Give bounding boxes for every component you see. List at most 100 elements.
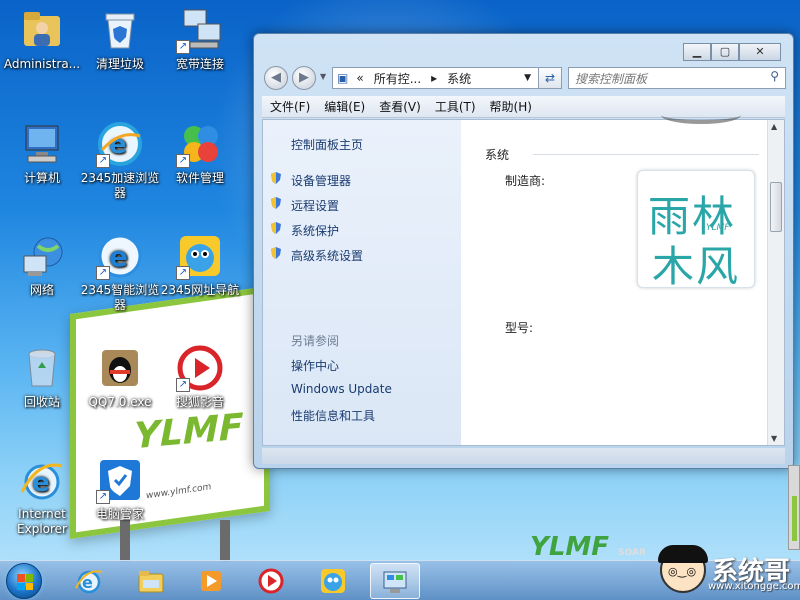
- desktop-icon-clean-junk[interactable]: 清理垃圾: [78, 6, 162, 72]
- blue-mascot-icon: ↗: [176, 232, 224, 280]
- taskbar-2345-navigation[interactable]: [308, 563, 358, 599]
- shortcut-arrow-icon: ↗: [176, 40, 190, 54]
- vertical-scrollbar[interactable]: ▲ ▼: [767, 120, 784, 445]
- desktop-icon-qq[interactable]: QQ7.0.exe: [78, 344, 162, 410]
- desktop-icon-label: 清理垃圾: [95, 57, 144, 71]
- menu-tools[interactable]: 工具(T): [435, 98, 476, 115]
- colorful-petals-icon: ↗: [176, 120, 224, 168]
- desktop-icon-software-manager[interactable]: ↗ 软件管理: [158, 120, 242, 186]
- desktop-icon-label: 2345网址导航: [160, 283, 240, 297]
- desktop-icon-label: 回收站: [23, 395, 60, 409]
- desktop-icon-label: 2345加速浏览器: [80, 171, 160, 200]
- system-window[interactable]: ▁ ▢ ✕ ◀ ▶ ▼ ▣ « 所有控... ▸ 系统 ▼ ⇄ 搜索控制面板 ⚲…: [253, 33, 794, 469]
- network-computers-icon: ↗: [176, 6, 224, 54]
- link-advanced-system-settings[interactable]: 高级系统设置: [291, 247, 363, 264]
- browser-e-icon: e ↗: [96, 120, 144, 168]
- breadcrumb-separator-icon[interactable]: ▸: [431, 71, 437, 85]
- scroll-down-icon[interactable]: ▼: [771, 434, 777, 443]
- desktop-icon-2345-smart-browser[interactable]: e ↗ 2345智能浏览器: [78, 232, 162, 313]
- cartoon-hair: [658, 545, 708, 563]
- shortcut-arrow-icon: ↗: [176, 378, 190, 392]
- search-input[interactable]: 搜索控制面板 ⚲: [568, 67, 786, 89]
- scroll-thumb[interactable]: [770, 182, 782, 232]
- section-divider: [533, 154, 759, 155]
- windows-logo-icon: [17, 574, 33, 590]
- desktop-icon-label: 搜狐影音: [175, 395, 224, 409]
- start-button[interactable]: [6, 563, 42, 599]
- search-icon[interactable]: ⚲: [770, 69, 779, 83]
- manufacturer-label: 制造商:: [505, 174, 546, 188]
- address-dropdown-icon[interactable]: ▼: [524, 73, 531, 83]
- scroll-up-icon[interactable]: ▲: [771, 122, 777, 131]
- desktop-icon-computer[interactable]: 计算机: [0, 120, 84, 186]
- status-bar: [262, 448, 785, 464]
- breadcrumb-overflow[interactable]: «: [356, 71, 363, 85]
- menu-view[interactable]: 查看(V): [379, 98, 421, 115]
- svg-text:e: e: [109, 240, 128, 273]
- link-performance-info[interactable]: 性能信息和工具: [291, 407, 375, 424]
- desktop-icon-label: Internet Explorer: [17, 507, 67, 536]
- desktop-edge-scrollbar[interactable]: [788, 465, 800, 550]
- task-pane: 控制面板主页 设备管理器 远程设置 系统保护 高级系统设置 另请参阅 操作中心 …: [263, 120, 461, 445]
- user-folder-icon: [18, 6, 66, 54]
- qq-penguin-icon: [96, 344, 144, 392]
- desktop-icon-2345-navigation[interactable]: ↗ 2345网址导航: [158, 232, 242, 298]
- link-action-center[interactable]: 操作中心: [291, 357, 339, 374]
- recent-pages-chevron-icon[interactable]: ▼: [320, 72, 326, 81]
- desktop-icon-sohu-video[interactable]: ↗ 搜狐影音: [158, 344, 242, 410]
- maximize-button[interactable]: ▢: [711, 43, 739, 61]
- desktop-icon-network[interactable]: 网络: [0, 232, 84, 298]
- address-row: ◀ ▶ ▼ ▣ « 所有控... ▸ 系统 ▼ ⇄ 搜索控制面板 ⚲: [262, 64, 786, 92]
- desktop-icon-internet-explorer[interactable]: e Internet Explorer: [0, 456, 84, 537]
- control-panel-icon: [383, 571, 407, 593]
- menu-file[interactable]: 文件(F): [270, 98, 310, 115]
- control-panel-icon: ▣: [337, 71, 349, 85]
- back-button[interactable]: ◀: [264, 66, 288, 90]
- uac-shield-icon: [271, 247, 281, 259]
- desktop-icon-label: 计算机: [23, 171, 60, 185]
- billboard-pole: [120, 520, 130, 562]
- trash-shield-icon: [96, 6, 144, 54]
- cartoon-glasses-icon: ◎‿◎: [668, 565, 697, 578]
- link-windows-update[interactable]: Windows Update: [291, 382, 392, 396]
- details-pane: 系统 制造商: 雨林 木风 YLMF 型号:: [461, 120, 767, 445]
- breadcrumb-all-control-panel[interactable]: 所有控...: [374, 70, 421, 87]
- desktop-icon-recycle-bin[interactable]: 回收站: [0, 344, 84, 410]
- wallpaper-logo-text: YLMF: [530, 532, 610, 562]
- taskbar-control-panel[interactable]: [370, 563, 420, 599]
- desktop-icon-2345-fast-browser[interactable]: e ↗ 2345加速浏览器: [78, 120, 162, 201]
- forward-button[interactable]: ▶: [292, 66, 316, 90]
- link-system-protection[interactable]: 系统保护: [291, 222, 339, 239]
- minimize-button[interactable]: ▁: [683, 43, 711, 61]
- taskbar-sohu-video[interactable]: [246, 563, 296, 599]
- close-button[interactable]: ✕: [739, 43, 781, 61]
- taskbar-media-player[interactable]: [186, 563, 236, 599]
- shortcut-arrow-icon: ↗: [176, 154, 190, 168]
- model-label: 型号:: [505, 321, 534, 335]
- refresh-button[interactable]: ⇄: [538, 67, 562, 89]
- link-control-panel-home[interactable]: 控制面板主页: [291, 136, 363, 153]
- desktop-icon-pc-manager[interactable]: ↗ 电脑管家: [78, 456, 162, 522]
- desktop-icon-label: 网络: [29, 283, 54, 297]
- desktop-icon-broadband[interactable]: ↗ 宽带连接: [158, 6, 242, 72]
- desktop-icon-label: 2345智能浏览器: [80, 283, 160, 312]
- link-device-manager[interactable]: 设备管理器: [291, 172, 351, 189]
- link-remote-settings[interactable]: 远程设置: [291, 197, 339, 214]
- taskbar-ie[interactable]: e: [64, 563, 114, 599]
- menu-help[interactable]: 帮助(H): [490, 98, 532, 115]
- browser-e-icon: e ↗: [96, 232, 144, 280]
- section-heading-system: 系统: [485, 148, 510, 162]
- network-globe-icon: [18, 232, 66, 280]
- address-bar[interactable]: ▣ « 所有控... ▸ 系统 ▼: [332, 67, 554, 89]
- desktop-icon-administrator[interactable]: Administra...: [0, 6, 84, 72]
- watermark-url: www.xitongge.com: [708, 581, 800, 592]
- desktop-icon-label: QQ7.0.exe: [88, 395, 152, 409]
- menu-edit[interactable]: 编辑(E): [324, 98, 365, 115]
- ie-icon: e: [18, 456, 66, 504]
- edge-scroll-thumb[interactable]: [792, 496, 797, 541]
- taskbar-explorer[interactable]: [126, 563, 176, 599]
- decorative-arc: [661, 106, 741, 124]
- play-circle-icon: [258, 568, 284, 594]
- computer-icon: [18, 120, 66, 168]
- wallpaper-logo: YLMF SOAR: [530, 532, 646, 562]
